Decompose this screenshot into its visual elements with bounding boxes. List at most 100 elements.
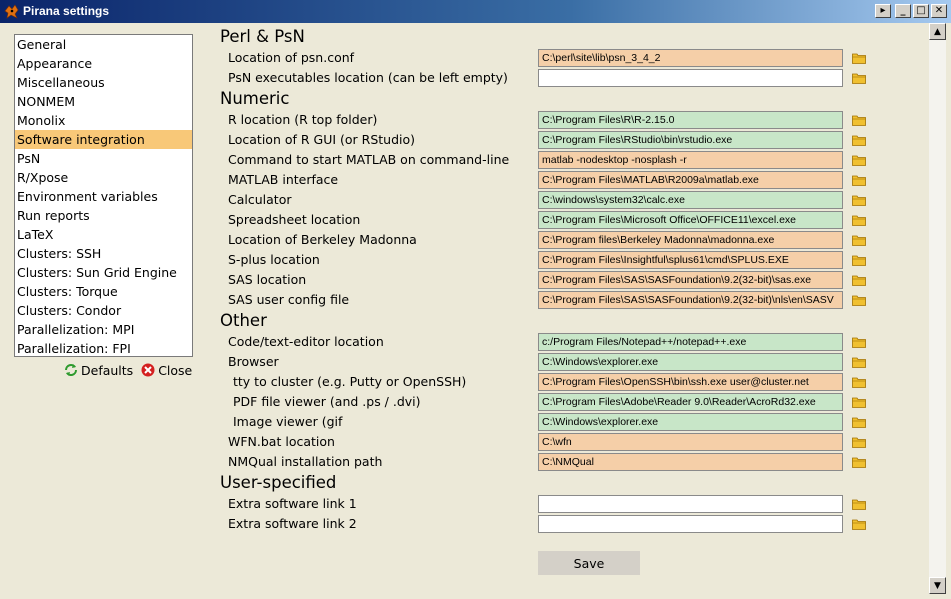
calculator-field[interactable]: C:\windows\system32\calc.exe: [538, 191, 843, 209]
folder-icon[interactable]: [852, 376, 866, 388]
psn-conf-field[interactable]: C:\perl\site\lib\psn_3_4_2: [538, 49, 843, 67]
defaults-label: Defaults: [81, 362, 134, 378]
matlab-interface-field[interactable]: C:\Program Files\MATLAB\R2009a\matlab.ex…: [538, 171, 843, 189]
sidebar-item-environment-variables[interactable]: Environment variables: [15, 187, 192, 206]
psn-exe-field[interactable]: [538, 69, 843, 87]
scroll-down-icon[interactable]: ▼: [929, 577, 946, 594]
section-perl-psn: Perl & PsN: [220, 27, 305, 46]
defaults-button[interactable]: Defaults: [62, 361, 136, 379]
settings-category-list[interactable]: General Appearance Miscellaneous NONMEM …: [14, 34, 193, 357]
save-button[interactable]: Save: [538, 551, 640, 575]
sidebar-item-clusters-ssh[interactable]: Clusters: SSH: [15, 244, 192, 263]
nmqual-label: NMQual installation path: [228, 454, 383, 469]
r-location-field[interactable]: C:\Program Files\R\R-2.15.0: [538, 111, 843, 129]
image-viewer-field[interactable]: C:\Windows\explorer.exe: [538, 413, 843, 431]
folder-icon[interactable]: [852, 234, 866, 246]
sidebar-item-nonmem[interactable]: NONMEM: [15, 92, 192, 111]
title-bar[interactable]: Pirana settings ▸ _ □ ✕: [0, 0, 951, 23]
r-location-label: R location (R top folder): [228, 112, 378, 127]
sidebar-item-run-reports[interactable]: Run reports: [15, 206, 192, 225]
sas-field[interactable]: C:\Program Files\SAS\SASFoundation\9.2(3…: [538, 271, 843, 289]
sidebar-item-monolix[interactable]: Monolix: [15, 111, 192, 130]
folder-icon[interactable]: [852, 274, 866, 286]
folder-icon[interactable]: [852, 294, 866, 306]
folder-icon[interactable]: [852, 436, 866, 448]
folder-icon[interactable]: [852, 194, 866, 206]
image-viewer-label: Image viewer (gif: [233, 414, 343, 429]
maximize-button[interactable]: □: [913, 4, 929, 18]
pdf-viewer-field[interactable]: C:\Program Files\Adobe\Reader 9.0\Reader…: [538, 393, 843, 411]
sidebar-item-psn[interactable]: PsN: [15, 149, 192, 168]
folder-icon[interactable]: [852, 396, 866, 408]
sas-label: SAS location: [228, 272, 307, 287]
folder-icon[interactable]: [852, 114, 866, 126]
r-gui-field[interactable]: C:\Program Files\RStudio\bin\rstudio.exe: [538, 131, 843, 149]
folder-icon[interactable]: [852, 336, 866, 348]
splus-field[interactable]: C:\Program Files\Insightful\splus61\cmd\…: [538, 251, 843, 269]
sas-config-field[interactable]: C:\Program Files\SAS\SASFoundation\9.2(3…: [538, 291, 843, 309]
extra-link-2-field[interactable]: [538, 515, 843, 533]
folder-icon[interactable]: [852, 174, 866, 186]
tty-label: tty to cluster (e.g. Putty or OpenSSH): [233, 374, 467, 389]
sidebar-item-clusters-condor[interactable]: Clusters: Condor: [15, 301, 192, 320]
browser-field[interactable]: C:\Windows\explorer.exe: [538, 353, 843, 371]
matlab-command-field[interactable]: matlab -nodesktop -nosplash -r: [538, 151, 843, 169]
extra-link-1-label: Extra software link 1: [228, 496, 357, 511]
sidebar-item-general[interactable]: General: [15, 35, 192, 54]
extra-link-2-label: Extra software link 2: [228, 516, 357, 531]
sas-config-label: SAS user config file: [228, 292, 350, 307]
splus-label: S-plus location: [228, 252, 320, 267]
close-button[interactable]: Close: [139, 361, 195, 379]
matlab-command-label: Command to start MATLAB on command-line: [228, 152, 510, 167]
folder-icon[interactable]: [852, 356, 866, 368]
psn-conf-label: Location of psn.conf: [228, 50, 355, 65]
folder-icon[interactable]: [852, 498, 866, 510]
wfn-field[interactable]: C:\wfn: [538, 433, 843, 451]
vertical-scrollbar[interactable]: ▲ ▼: [929, 23, 946, 594]
browser-label: Browser: [228, 354, 279, 369]
editor-field[interactable]: c:/Program Files/Notepad++/notepad++.exe: [538, 333, 843, 351]
refresh-icon: [65, 364, 77, 376]
window-title: Pirana settings: [23, 4, 110, 18]
close-circle-icon: [141, 363, 155, 377]
sidebar-item-parallelization-fpi[interactable]: Parallelization: FPI: [15, 339, 192, 356]
folder-icon[interactable]: [852, 134, 866, 146]
extra-link-1-field[interactable]: [538, 495, 843, 513]
folder-icon[interactable]: [852, 52, 866, 64]
minimize-button[interactable]: _: [895, 4, 911, 18]
section-numeric: Numeric: [220, 89, 290, 108]
sidebar-item-software-integration[interactable]: Software integration: [15, 130, 192, 149]
menu-arrow-button[interactable]: ▸: [875, 4, 891, 18]
pirana-icon: [4, 4, 19, 19]
folder-icon[interactable]: [852, 254, 866, 266]
folder-icon[interactable]: [852, 416, 866, 428]
close-window-button[interactable]: ✕: [931, 4, 947, 18]
sidebar-item-clusters-torque[interactable]: Clusters: Torque: [15, 282, 192, 301]
nmqual-field[interactable]: C:\NMQual: [538, 453, 843, 471]
pdf-viewer-label: PDF file viewer (and .ps / .dvi): [233, 394, 421, 409]
folder-icon[interactable]: [852, 456, 866, 468]
sidebar-item-r-xpose[interactable]: R/Xpose: [15, 168, 192, 187]
wfn-label: WFN.bat location: [228, 434, 335, 449]
scroll-up-icon[interactable]: ▲: [929, 23, 946, 40]
section-user-specified: User-specified: [220, 473, 337, 492]
folder-icon[interactable]: [852, 72, 866, 84]
psn-exe-label: PsN executables location (can be left em…: [228, 70, 508, 85]
sidebar-item-parallelization-mpi[interactable]: Parallelization: MPI: [15, 320, 192, 339]
tty-field[interactable]: C:\Program Files\OpenSSH\bin\ssh.exe use…: [538, 373, 843, 391]
madonna-label: Location of Berkeley Madonna: [228, 232, 417, 247]
close-label: Close: [158, 362, 193, 378]
calculator-label: Calculator: [228, 192, 292, 207]
sidebar-item-appearance[interactable]: Appearance: [15, 54, 192, 73]
madonna-field[interactable]: C:\Program files\Berkeley Madonna\madonn…: [538, 231, 843, 249]
spreadsheet-field[interactable]: C:\Program Files\Microsoft Office\OFFICE…: [538, 211, 843, 229]
folder-icon[interactable]: [852, 214, 866, 226]
editor-label: Code/text-editor location: [228, 334, 384, 349]
folder-icon[interactable]: [852, 518, 866, 530]
matlab-interface-label: MATLAB interface: [228, 172, 339, 187]
sidebar-item-latex[interactable]: LaTeX: [15, 225, 192, 244]
folder-icon[interactable]: [852, 154, 866, 166]
sidebar-item-clusters-sge[interactable]: Clusters: Sun Grid Engine: [15, 263, 192, 282]
spreadsheet-label: Spreadsheet location: [228, 212, 361, 227]
sidebar-item-miscellaneous[interactable]: Miscellaneous: [15, 73, 192, 92]
